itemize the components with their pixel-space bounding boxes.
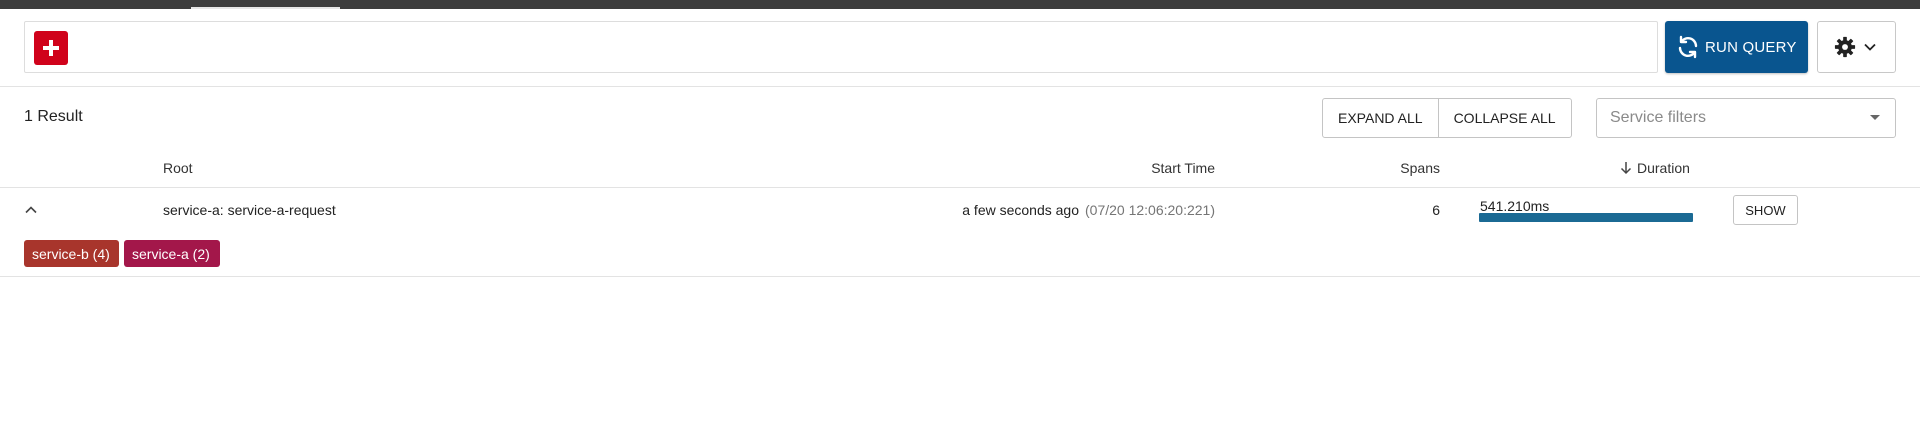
trace-start-time: a few seconds ago (07/20 12:06:20:221) bbox=[962, 202, 1215, 218]
start-time-relative: a few seconds ago bbox=[962, 202, 1079, 218]
expand-all-button[interactable]: EXPAND ALL bbox=[1323, 99, 1438, 137]
sort-arrow-down-icon bbox=[1620, 161, 1632, 175]
service-tag-service-a[interactable]: service-a (2) bbox=[124, 240, 220, 267]
row-divider bbox=[0, 276, 1920, 277]
service-filters-select[interactable]: Service filters bbox=[1596, 98, 1896, 138]
chevron-down-icon bbox=[1864, 43, 1876, 51]
plus-icon bbox=[43, 40, 59, 56]
dropdown-caret-icon bbox=[1870, 115, 1880, 120]
gear-icon bbox=[1834, 36, 1856, 58]
result-count: 1 Result bbox=[24, 108, 83, 125]
column-header-root: Root bbox=[163, 160, 193, 176]
settings-menu-button[interactable] bbox=[1817, 21, 1896, 73]
expand-collapse-group: EXPAND ALL COLLAPSE ALL bbox=[1322, 98, 1572, 138]
service-tag-service-b[interactable]: service-b (4) bbox=[24, 240, 119, 267]
refresh-icon bbox=[1676, 35, 1700, 59]
run-query-label: RUN QUERY bbox=[1705, 38, 1797, 56]
top-app-bar bbox=[0, 0, 1920, 9]
column-header-spans: Spans bbox=[1400, 160, 1440, 176]
toolbar-divider bbox=[0, 86, 1920, 87]
active-tab-indicator bbox=[191, 7, 340, 9]
show-trace-button[interactable]: SHOW bbox=[1733, 195, 1798, 225]
column-header-duration[interactable]: Duration bbox=[1620, 160, 1690, 176]
trace-root-name: service-a: service-a-request bbox=[163, 202, 336, 218]
chevron-up-icon[interactable] bbox=[24, 203, 38, 217]
query-input-area[interactable] bbox=[24, 21, 1658, 73]
trace-span-count: 6 bbox=[1432, 202, 1440, 218]
start-time-absolute: (07/20 12:06:20:221) bbox=[1085, 202, 1215, 218]
service-filters-placeholder: Service filters bbox=[1610, 109, 1707, 126]
column-header-duration-label: Duration bbox=[1637, 160, 1690, 176]
run-query-button[interactable]: RUN QUERY bbox=[1665, 21, 1808, 73]
column-header-start-time: Start Time bbox=[1151, 160, 1215, 176]
duration-bar bbox=[1479, 213, 1693, 222]
header-divider bbox=[0, 187, 1920, 188]
add-criteria-button[interactable] bbox=[34, 31, 68, 65]
trace-duration: 541.210ms bbox=[1480, 198, 1550, 214]
collapse-all-button[interactable]: COLLAPSE ALL bbox=[1437, 99, 1571, 137]
